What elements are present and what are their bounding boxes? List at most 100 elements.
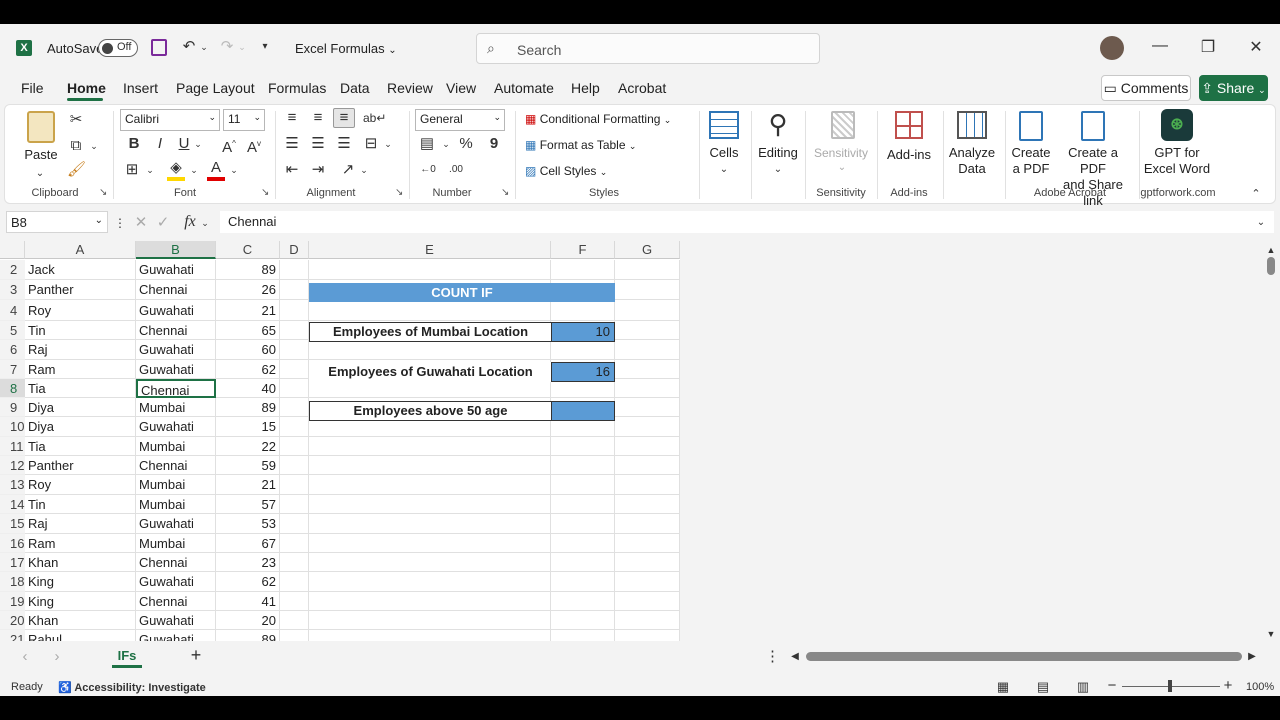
sensitivity-dropdown-icon[interactable]: ⌄ <box>835 159 849 177</box>
row-header[interactable]: 10 <box>0 417 25 437</box>
sheet-tab-ifs[interactable]: IFs <box>112 646 142 668</box>
scroll-left-icon[interactable]: ◀ <box>788 648 802 666</box>
collapse-ribbon-icon[interactable]: ⌃ <box>1249 185 1263 203</box>
cell-c[interactable]: 22 <box>216 437 280 456</box>
row-header[interactable]: 4 <box>0 300 25 321</box>
cell-a[interactable]: Tin <box>25 495 136 514</box>
zoom-slider-thumb[interactable] <box>1168 680 1172 692</box>
currency-dropdown-icon[interactable]: ⌄ <box>441 135 451 153</box>
cell-empty[interactable] <box>309 437 551 456</box>
editing-dropdown-icon[interactable]: ⌄ <box>771 161 785 179</box>
align-right-icon[interactable]: ☰ <box>335 135 353 153</box>
row-header[interactable]: 7 <box>0 360 25 379</box>
row-header[interactable]: 9 <box>0 398 25 417</box>
vertical-scroll-thumb[interactable] <box>1267 257 1275 275</box>
cell-b[interactable]: Mumbai <box>136 475 216 495</box>
cell-empty[interactable] <box>309 534 551 553</box>
cell-b[interactable]: Guwahati <box>136 300 216 321</box>
fill-color-icon[interactable]: ◈ <box>167 159 185 181</box>
redo-dropdown-icon[interactable]: ⌄ <box>236 38 248 56</box>
cell-a[interactable]: Tia <box>25 437 136 456</box>
age-label-cell[interactable]: Employees above 50 age <box>309 401 552 421</box>
cell-a[interactable]: Roy <box>25 475 136 495</box>
cell-b[interactable]: Mumbai <box>136 398 216 417</box>
addins-button[interactable]: Add-ins <box>883 147 935 163</box>
italic-button[interactable]: I <box>153 135 167 153</box>
row-header[interactable]: 15 <box>0 514 25 534</box>
cell-empty[interactable] <box>615 553 680 572</box>
guwahati-count-cell[interactable]: 16 <box>551 362 615 382</box>
column-header-f[interactable]: F <box>551 241 615 259</box>
row-header[interactable]: 11 <box>0 437 25 456</box>
number-format-select[interactable]: General ⌄ <box>415 109 505 131</box>
more-options-icon[interactable]: ⋮ <box>765 648 780 666</box>
clipboard-launcher-icon[interactable]: ↘ <box>99 187 107 198</box>
decrease-font-icon[interactable]: Av <box>245 135 263 157</box>
cell-empty[interactable] <box>615 475 680 495</box>
increase-font-icon[interactable]: A^ <box>220 135 238 157</box>
create-pdf-button[interactable]: Create a PDF <box>1009 145 1053 177</box>
search-box[interactable]: ⌕ Search <box>476 33 820 64</box>
cell-a[interactable]: Roy <box>25 300 136 321</box>
merge-dropdown-icon[interactable]: ⌄ <box>383 135 393 153</box>
column-header-c[interactable]: C <box>216 241 280 259</box>
cell-empty[interactable] <box>551 514 615 534</box>
cell-empty[interactable] <box>309 340 551 360</box>
row-header[interactable]: 2 <box>0 260 25 280</box>
next-sheet-icon[interactable]: › <box>50 648 64 666</box>
row-header[interactable]: 14 <box>0 495 25 514</box>
merge-center-icon[interactable]: ⊟ <box>361 135 381 153</box>
cell-b[interactable]: Guwahati <box>136 417 216 437</box>
tab-page-layout[interactable]: Page Layout <box>176 80 255 96</box>
zoom-level[interactable]: 100% <box>1246 681 1274 693</box>
close-button[interactable]: ✕ <box>1233 37 1279 57</box>
prev-sheet-icon[interactable]: ‹ <box>18 648 32 666</box>
create-pdf-icon[interactable] <box>1019 111 1043 141</box>
cell-empty[interactable] <box>280 592 309 611</box>
cell-c[interactable]: 67 <box>216 534 280 553</box>
fill-dropdown-icon[interactable]: ⌄ <box>189 161 199 179</box>
cell-empty[interactable] <box>615 592 680 611</box>
cell-b[interactable]: Guwahati <box>136 572 216 592</box>
cell-empty[interactable] <box>309 553 551 572</box>
row-header[interactable]: 5 <box>0 321 25 340</box>
cell-a[interactable]: Raj <box>25 514 136 534</box>
cell-empty[interactable] <box>280 456 309 475</box>
zoom-in-icon[interactable]: + <box>1222 677 1234 695</box>
cell-empty[interactable] <box>309 260 551 280</box>
column-header-d[interactable]: D <box>280 241 309 259</box>
cell-a[interactable]: Tia <box>25 379 136 398</box>
orientation-dropdown-icon[interactable]: ⌄ <box>359 161 369 179</box>
redo-icon[interactable]: ↷ <box>218 38 236 56</box>
column-header-g[interactable]: G <box>615 241 680 259</box>
cell-empty[interactable] <box>280 495 309 514</box>
cell-a[interactable]: Panther <box>25 456 136 475</box>
cell-c[interactable]: 23 <box>216 553 280 572</box>
cell-c[interactable]: 65 <box>216 321 280 340</box>
font-color-icon[interactable]: A <box>207 159 225 181</box>
age-count-cell[interactable] <box>551 401 615 421</box>
row-header[interactable]: 20 <box>0 611 25 630</box>
cell-empty[interactable] <box>615 630 680 641</box>
tab-data[interactable]: Data <box>340 80 370 96</box>
row-header[interactable]: 12 <box>0 456 25 475</box>
column-header-b[interactable]: B <box>136 241 216 259</box>
tab-insert[interactable]: Insert <box>123 80 158 96</box>
minimize-button[interactable]: — <box>1137 37 1183 55</box>
vertical-scrollbar[interactable]: ▲ ▼ <box>1264 241 1278 641</box>
cell-a[interactable]: Khan <box>25 611 136 630</box>
cell-empty[interactable] <box>615 534 680 553</box>
cell-c[interactable]: 21 <box>216 475 280 495</box>
cell-c[interactable]: 15 <box>216 417 280 437</box>
cell-a[interactable]: Rahul <box>25 630 136 641</box>
more-options-icon[interactable]: ⋮ <box>114 214 126 232</box>
cell-empty[interactable] <box>280 260 309 280</box>
cell-empty[interactable] <box>280 398 309 417</box>
undo-icon[interactable]: ↶ <box>180 38 198 56</box>
cell-b[interactable]: Chennai <box>136 553 216 572</box>
cell-empty[interactable] <box>615 514 680 534</box>
add-sheet-button[interactable]: + <box>188 646 204 664</box>
cell-a[interactable]: King <box>25 592 136 611</box>
page-layout-view-icon[interactable]: ▤ <box>1034 678 1052 696</box>
cell-empty[interactable] <box>615 360 680 379</box>
